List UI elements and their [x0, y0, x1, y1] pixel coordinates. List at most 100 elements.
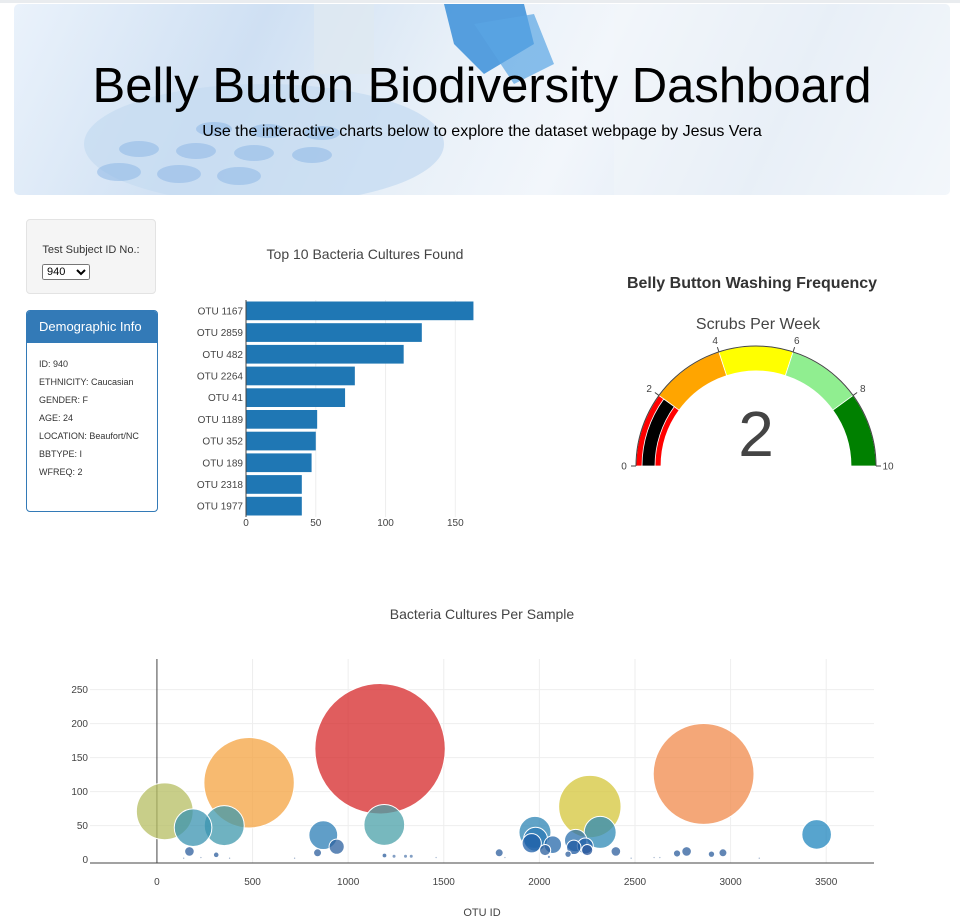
bubble — [564, 850, 572, 858]
bubble — [434, 855, 438, 860]
bubble — [546, 854, 552, 859]
bar — [246, 344, 404, 364]
bar-chart-title: Top 10 Bacteria Cultures Found — [267, 246, 464, 262]
bubble — [391, 853, 397, 859]
gauge-tick-label: 0 — [621, 462, 627, 473]
bar-category-label: OTU 189 — [202, 458, 243, 469]
bar — [246, 301, 474, 321]
bubble — [543, 835, 563, 854]
demographic-row: BBTYPE: I — [39, 449, 83, 459]
bar-category-label: OTU 1189 — [198, 415, 244, 426]
bubble — [583, 815, 617, 849]
demographic-row: WFREQ: 2 — [39, 467, 83, 477]
bar — [246, 388, 346, 407]
bubble-x-tick-label: 3000 — [719, 877, 742, 888]
gauge-tick — [654, 392, 660, 396]
bubble-chart-title: Bacteria Cultures Per Sample — [390, 606, 575, 622]
bubble — [718, 848, 728, 858]
bar-x-tick-label: 100 — [377, 518, 394, 529]
demographic-row: GENDER: F — [39, 395, 89, 405]
bar-category-label: OTU 482 — [202, 350, 243, 361]
gauge-step — [635, 394, 680, 467]
bubble — [581, 843, 594, 857]
gauge-tick — [792, 346, 796, 353]
browser-top-border — [0, 0, 960, 3]
bar — [246, 496, 302, 516]
gauge-subtitle: Scrubs Per Week — [696, 316, 821, 333]
demographic-info-panel: Demographic Info ID: 940 ETHNICITY: Cauc… — [26, 310, 158, 512]
bubble — [629, 856, 633, 860]
bubble-x-tick-label: 0 — [154, 877, 160, 888]
bubble — [173, 808, 213, 847]
subject-id-label: Test Subject ID No.: — [42, 244, 140, 256]
bubble — [181, 856, 186, 860]
bar-x-tick-label: 150 — [447, 518, 464, 529]
gauge-step — [658, 351, 728, 411]
header-banner: Belly Button Biodiversity Dashboard Use … — [14, 4, 950, 195]
gauge-tick-label: 4 — [712, 336, 718, 347]
bubble — [494, 848, 504, 858]
gauge-tick — [852, 392, 858, 396]
bubble — [672, 849, 682, 858]
gauge-title: Belly Button Washing Frequency — [627, 275, 877, 292]
subject-selector-panel: Test Subject ID No.: 940 — [26, 219, 156, 294]
bubble — [199, 855, 203, 860]
bubble — [558, 774, 622, 839]
bubble — [523, 826, 549, 852]
bubble-y-tick-label: 0 — [82, 855, 88, 866]
bubble-y-tick-label: 150 — [71, 753, 88, 764]
bubble — [184, 846, 195, 857]
bubble — [408, 853, 414, 859]
bubble — [227, 856, 232, 860]
bar-x-tick-label: 50 — [310, 518, 322, 529]
gauge-value-bar — [641, 398, 675, 467]
subject-id-dropdown[interactable]: 940 — [42, 264, 90, 280]
bar — [246, 453, 312, 473]
bubble-y-tick-label: 200 — [71, 719, 88, 730]
bar-x-tick-label: 0 — [243, 518, 249, 529]
bubble-x-tick-label: 2000 — [528, 877, 551, 888]
bubble-y-tick-label: 250 — [71, 685, 88, 696]
bubble — [135, 782, 194, 841]
bubble — [363, 804, 406, 846]
bubble-y-tick-label: 100 — [71, 787, 88, 798]
gauge-step — [784, 351, 854, 411]
bubble-x-tick-label: 2500 — [624, 877, 647, 888]
bubble — [292, 856, 297, 860]
bubble-x-tick-label: 1000 — [337, 877, 360, 888]
bubble — [403, 853, 409, 859]
bar-category-label: OTU 1167 — [198, 306, 244, 317]
bubble — [328, 838, 345, 855]
bubble — [681, 846, 692, 857]
page-subtitle: Use the interactive charts below to expl… — [202, 123, 762, 140]
bar — [246, 431, 316, 451]
bubble — [313, 848, 323, 858]
bubble — [503, 855, 507, 860]
bubble-x-axis-label: OTU ID — [463, 907, 500, 917]
bubble — [539, 843, 552, 857]
bar — [246, 475, 302, 494]
bubble — [212, 851, 220, 859]
gauge-tick-label: 6 — [794, 336, 800, 347]
gauge-tick-label: 8 — [860, 384, 866, 395]
bar-category-label: OTU 2318 — [197, 480, 244, 491]
bubble — [652, 723, 755, 825]
bubble — [203, 805, 245, 847]
bubble — [757, 856, 761, 860]
bubble — [576, 837, 594, 855]
bar-category-label: OTU 2859 — [197, 328, 244, 339]
bubble — [308, 820, 339, 851]
bubble-x-tick-label: 3500 — [815, 877, 838, 888]
bubble-y-tick-label: 50 — [77, 821, 89, 832]
bubble — [203, 737, 295, 829]
bubble — [801, 819, 832, 850]
bubble — [652, 855, 656, 860]
gauge-step — [832, 394, 877, 467]
bar — [246, 366, 355, 386]
demographic-row: ID: 940 — [39, 359, 69, 369]
demographic-info-title: Demographic Info — [27, 311, 157, 343]
bar-category-label: OTU 41 — [208, 393, 243, 404]
bubble — [521, 833, 542, 854]
demographic-row: ETHNICITY: Caucasian — [39, 377, 134, 387]
bar-category-label: OTU 1977 — [197, 502, 244, 513]
